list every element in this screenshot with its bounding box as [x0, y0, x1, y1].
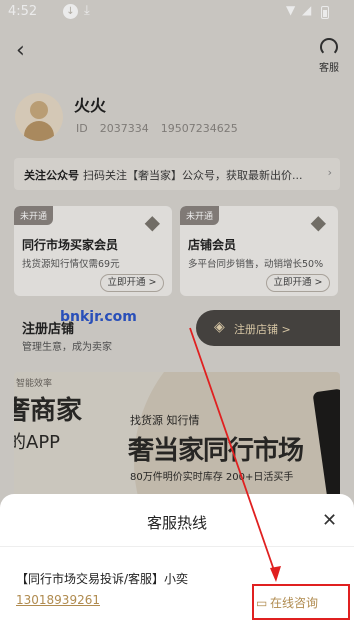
- watermark: bnkjr.com: [60, 309, 137, 325]
- diamond-icon: ◆: [144, 210, 160, 234]
- banner-detail: 80万件明价实时库存 200+日活买手: [130, 472, 294, 483]
- download-icon: ⤓: [84, 3, 90, 18]
- wifi-icon: ▼: [286, 3, 296, 17]
- chat-icon: ▭: [256, 596, 268, 610]
- status-time: 4:52: [8, 4, 38, 19]
- follow-title: 关注公众号: [24, 169, 79, 182]
- back-button[interactable]: ‹: [16, 38, 25, 63]
- status-badge: 未开通: [180, 206, 220, 225]
- user-name: 火火: [74, 96, 107, 115]
- avatar[interactable]: [15, 93, 63, 141]
- follow-text: 扫码关注【奢当家】公众号，获取最新出价...: [83, 169, 303, 182]
- chevron-right-icon: ›: [327, 166, 332, 179]
- signal-icon: ◢: [302, 3, 312, 17]
- customer-service-label: 客服: [319, 63, 339, 74]
- follow-official-account-bar[interactable]: 关注公众号 扫码关注【奢当家】公众号，获取最新出价... ›: [14, 158, 340, 190]
- status-bar: 4:52 ↓ ⤓ ▼ ◢: [0, 0, 354, 24]
- id-label: ID: [76, 122, 88, 135]
- store-membership-card[interactable]: 未开通 ◆ 店铺会员 多平台同步销售，动销增长50% 立即开通 >: [180, 206, 338, 296]
- user-id: 2037334: [99, 122, 149, 135]
- banner-headline: 奢当家同行市场: [128, 436, 304, 466]
- status-badge: 未开通: [14, 206, 54, 225]
- online-consult-label: 在线咨询: [270, 596, 319, 610]
- card-subtitle: 找货源知行情仅需69元: [22, 259, 120, 270]
- headset-icon: [320, 38, 338, 56]
- card-title: 同行市场买家会员: [22, 238, 119, 252]
- promo-banner[interactable]: 智能效率 奢商家 的APP 找货源 知行情 奢当家同行市场 80万件明价实时库存…: [14, 372, 340, 500]
- customer-service-button[interactable]: 客服: [314, 38, 344, 74]
- banner-tagline: 找货源 知行情: [130, 414, 200, 427]
- activate-button[interactable]: 立即开通 >: [266, 274, 330, 292]
- buyer-membership-card[interactable]: 未开通 ◆ 同行市场买家会员 找货源知行情仅需69元 立即开通 >: [14, 206, 172, 296]
- service-phone-link[interactable]: 13018939261: [16, 593, 100, 607]
- card-title: 店铺会员: [188, 238, 237, 252]
- register-store-button[interactable]: ◈ 注册店铺 >: [196, 310, 340, 346]
- banner-label: 智能效率: [16, 379, 53, 389]
- download-badge-icon: ↓: [63, 4, 78, 19]
- banner-line1: 奢商家: [14, 396, 83, 426]
- customer-service-sheet: 客服热线 ✕ 【同行市场交易投诉/客服】小奕 13018939261 ▭ 在线咨…: [0, 494, 354, 629]
- activate-button[interactable]: 立即开通 >: [100, 274, 164, 292]
- diamond-icon: ◆: [310, 210, 326, 234]
- register-subtitle: 管理生意，成为卖家: [22, 342, 112, 353]
- close-icon[interactable]: ✕: [322, 510, 337, 531]
- online-consult-button[interactable]: ▭ 在线咨询: [252, 584, 350, 620]
- diamond-icon: ◈: [214, 319, 225, 335]
- user-phone: 19507234625: [160, 122, 238, 135]
- user-id-line: ID 2037334 19507234625: [76, 122, 250, 135]
- service-department: 【同行市场交易投诉/客服】小奕: [16, 572, 189, 586]
- battery-icon: [321, 6, 329, 19]
- sheet-title: 客服热线: [146, 514, 207, 532]
- divider: [0, 546, 354, 547]
- register-button-label: 注册店铺 >: [234, 323, 291, 336]
- card-subtitle: 多平台同步销售，动销增长50%: [188, 259, 324, 270]
- banner-line2: 的APP: [14, 432, 61, 453]
